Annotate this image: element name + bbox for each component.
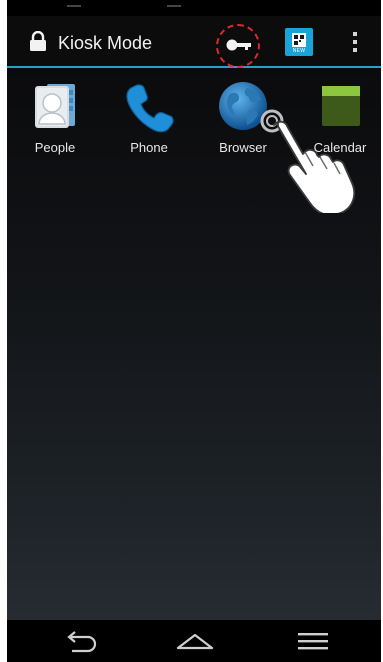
qr-app-label: NEW: [292, 48, 306, 54]
key-icon: [226, 39, 251, 51]
app-calendar[interactable]: Calendar: [295, 78, 381, 156]
qr-app-button[interactable]: NEW: [285, 28, 313, 56]
back-icon[interactable]: [62, 628, 102, 654]
contacts-icon: [27, 78, 83, 134]
app-browser[interactable]: Browser: [198, 78, 288, 156]
page-title: Kiosk Mode: [58, 33, 153, 53]
app-label: Calendar: [313, 140, 367, 155]
app-phone[interactable]: Phone: [104, 78, 194, 156]
status-bar: [7, 0, 381, 16]
app-label: Browser: [219, 140, 267, 155]
status-indicator: [67, 5, 81, 7]
lock-icon: [29, 30, 47, 51]
overflow-menu-icon[interactable]: [350, 32, 360, 54]
app-people[interactable]: People: [10, 78, 100, 156]
exit-kiosk-button[interactable]: [216, 24, 260, 68]
status-indicator: [167, 5, 181, 7]
navigation-bar: [7, 620, 381, 662]
recent-apps-icon[interactable]: [294, 628, 334, 654]
home-screen: People Phone Browser Calendar: [7, 68, 381, 620]
qr-app-icon: [292, 33, 306, 47]
action-bar: Kiosk Mode NEW: [7, 16, 381, 68]
phone-screen: Kiosk Mode NEW People Phone Browser Cale…: [7, 0, 381, 662]
app-label: Phone: [130, 140, 168, 155]
app-label: People: [34, 140, 76, 155]
globe-icon: [215, 78, 271, 134]
phone-icon: [121, 78, 177, 134]
calendar-icon: [312, 78, 368, 134]
home-icon[interactable]: [175, 628, 215, 654]
